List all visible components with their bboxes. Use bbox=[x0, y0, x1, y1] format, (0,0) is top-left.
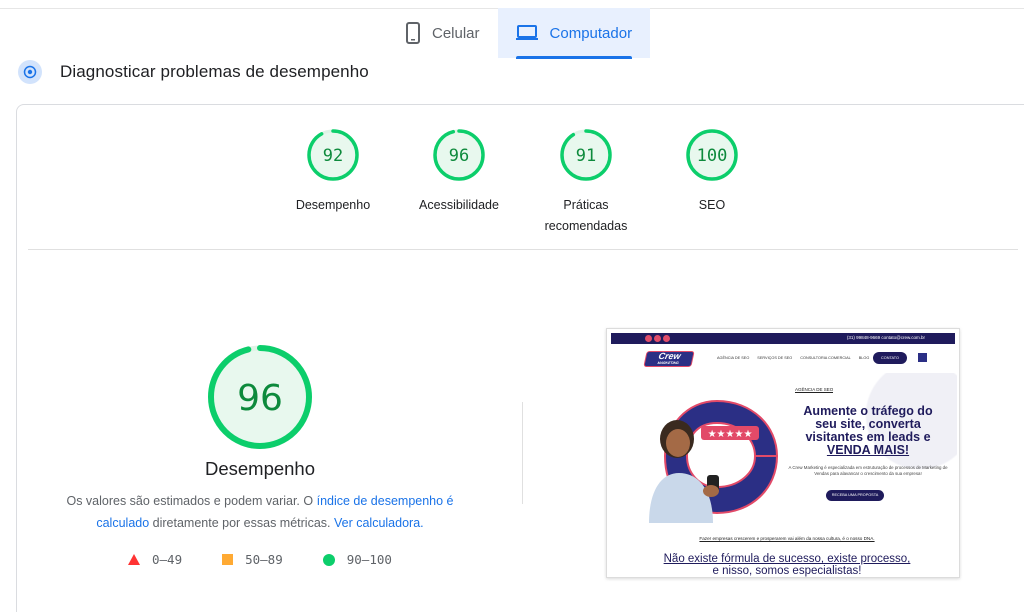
logo-subtext: MARKETING bbox=[657, 361, 680, 365]
legend-range: 90–100 bbox=[346, 552, 392, 567]
screenshot-headline: Aumente o tráfego do seu site, converta … bbox=[783, 405, 953, 457]
diagnose-icon bbox=[18, 60, 42, 84]
screenshot-menu: AGÊNCIA DE SEO SERVIÇOS DE SEO CONSULTOR… bbox=[717, 356, 869, 360]
svg-text:★★★★★: ★★★★★ bbox=[708, 429, 753, 440]
circle-icon bbox=[322, 553, 335, 566]
screenshot-tag: AGÊNCIA DE SEO bbox=[795, 387, 834, 393]
tab-celular[interactable]: Celular bbox=[388, 8, 498, 58]
score-label: SEO bbox=[698, 198, 726, 212]
screenshot-logo: Crew MARKETING bbox=[643, 351, 695, 367]
screenshot-button: RECEBA UMA PROPOSTA bbox=[826, 490, 884, 501]
bottom-heading-line: e nisso, somos especialistas! bbox=[712, 565, 862, 577]
legend-item-fail: 0–49 bbox=[128, 552, 182, 567]
menu-item: CONSULTORIA COMERCIAL bbox=[800, 356, 851, 360]
tab-label: Computador bbox=[549, 24, 633, 42]
vertical-divider bbox=[522, 402, 523, 504]
menu-icon bbox=[918, 353, 927, 362]
tab-label: Celular bbox=[432, 24, 480, 42]
bottom-heading-line: Não existe fórmula de sucesso, existe pr… bbox=[663, 553, 911, 565]
desc-text: diretamente por essas métricas. bbox=[149, 516, 334, 530]
calculator-link[interactable]: Ver calculadora. bbox=[334, 516, 424, 530]
desc-text: Os valores são estimados e podem variar.… bbox=[66, 494, 317, 508]
page: Celular Computador Diagnosticar problema… bbox=[0, 0, 1024, 612]
score-ring: 91 bbox=[560, 129, 612, 181]
score-legend: 0–49 50–89 90–100 bbox=[128, 552, 392, 567]
screenshot-cta: CONTATO bbox=[873, 352, 907, 364]
screenshot-topbar: (31) 99848-9669 contato@crew.com.br bbox=[611, 333, 955, 344]
smartphone-icon bbox=[406, 22, 420, 44]
score-label: Práticas recomendadas bbox=[545, 195, 628, 237]
triangle-icon bbox=[128, 554, 140, 565]
tab-computador[interactable]: Computador bbox=[497, 8, 651, 59]
device-tabs: Celular Computador bbox=[388, 8, 651, 60]
score-label-line1: Práticas bbox=[563, 198, 609, 212]
score-gauge-acessibilidade[interactable]: 96 Acessibilidade bbox=[389, 128, 529, 216]
score-gauges: 92 Desempenho 96 Acessibilidade 91 Práti… bbox=[0, 128, 1024, 238]
performance-gauge: 96 bbox=[208, 345, 312, 449]
score-gauge-desempenho[interactable]: 92 Desempenho bbox=[263, 128, 403, 216]
hero-person-image: ★★★★★ bbox=[649, 399, 779, 523]
score-value: 91 bbox=[576, 146, 596, 166]
logo-text: Crew bbox=[657, 351, 682, 361]
page-screenshot: (31) 99848-9669 contato@crew.com.br Crew… bbox=[606, 328, 960, 578]
legend-range: 50–89 bbox=[245, 552, 283, 567]
score-ring: 92 bbox=[307, 129, 359, 181]
legend-item-average: 50–89 bbox=[222, 552, 283, 567]
score-label: Desempenho bbox=[295, 198, 371, 212]
diagnose-header: Diagnosticar problemas de desempenho bbox=[18, 60, 369, 84]
screenshot-subtext: A Crew Marketing é especializada em estr… bbox=[788, 465, 948, 476]
score-label-line2: recomendadas bbox=[544, 219, 628, 233]
performance-title: Desempenho bbox=[204, 458, 316, 479]
score-label: Acessibilidade bbox=[419, 198, 499, 212]
screenshot-bottom-heading: Não existe fórmula de sucesso, existe pr… bbox=[627, 553, 947, 577]
score-gauge-praticas[interactable]: 91 Práticas recomendadas bbox=[516, 128, 656, 237]
score-ring: 96 bbox=[433, 129, 485, 181]
score-value: 100 bbox=[697, 146, 728, 166]
square-icon bbox=[222, 554, 234, 565]
performance-value: 96 bbox=[237, 378, 283, 419]
laptop-icon bbox=[515, 25, 538, 41]
performance-description: Os valores são estimados e podem variar.… bbox=[40, 490, 480, 534]
score-gauge-seo[interactable]: 100 SEO bbox=[642, 128, 782, 216]
score-value: 92 bbox=[323, 146, 343, 166]
menu-item: SERVIÇOS DE SEO bbox=[757, 356, 793, 360]
screenshot-bottom-text: Fazer empresas crescerem e prosperarem v… bbox=[699, 536, 875, 541]
legend-range: 0–49 bbox=[152, 552, 183, 567]
screenshot-nav: Crew MARKETING AGÊNCIA DE SEO SERVIÇOS DE… bbox=[611, 347, 955, 371]
social-icons bbox=[645, 335, 670, 342]
screenshot-contact: (31) 99848-9669 contato@crew.com.br bbox=[846, 335, 925, 340]
menu-item: AGÊNCIA DE SEO bbox=[717, 356, 750, 360]
score-value: 96 bbox=[449, 146, 469, 166]
diagnose-title: Diagnosticar problemas de desempenho bbox=[60, 62, 369, 81]
section-divider bbox=[28, 249, 1018, 250]
headline-line: VENDA MAIS! bbox=[826, 443, 910, 457]
score-ring: 100 bbox=[686, 129, 738, 181]
menu-item: BLOG bbox=[858, 356, 870, 360]
legend-item-pass: 90–100 bbox=[322, 552, 392, 567]
